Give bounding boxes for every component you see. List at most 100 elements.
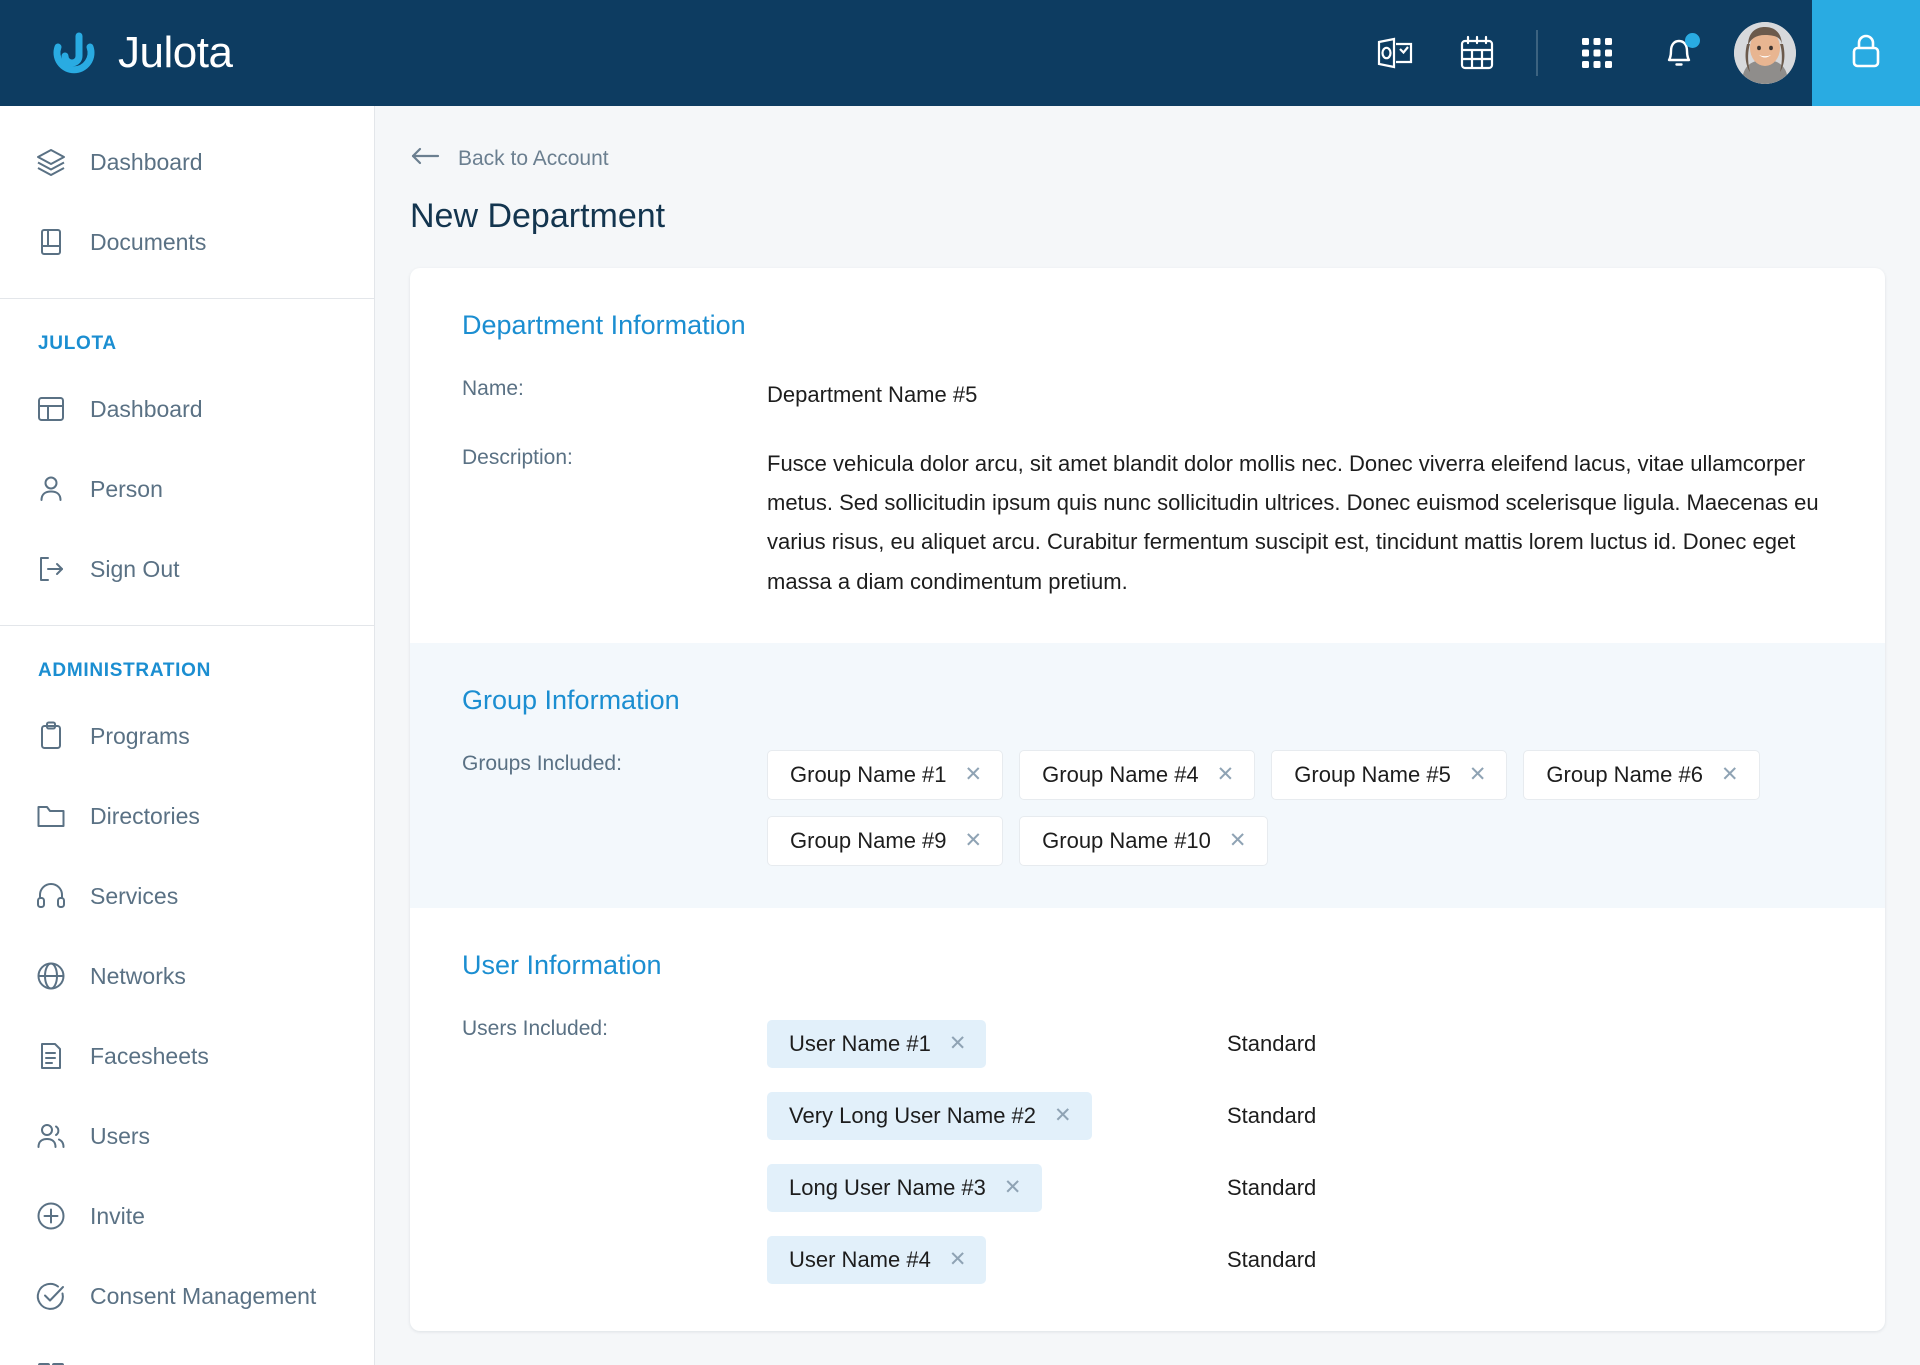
sidebar-item-networks[interactable]: Networks	[0, 936, 374, 1016]
remove-icon[interactable]: ✕	[1721, 764, 1739, 785]
remove-icon[interactable]: ✕	[965, 830, 983, 851]
sidebar-navigation: Dashboard Documents JULOTA Dashboard Per…	[0, 106, 375, 1365]
department-information-section: Department Information Name: Department …	[410, 268, 1885, 643]
group-chip[interactable]: Group Name #4 ✕	[1019, 749, 1256, 800]
sidebar-item-users[interactable]: Users	[0, 1096, 374, 1176]
sidebar-item-invite[interactable]: Invite	[0, 1176, 374, 1256]
sidebar-item-sign-out[interactable]: Sign Out	[0, 529, 374, 609]
sidebar-item-person[interactable]: Person	[0, 449, 374, 529]
user-chip-cell: User Name #1 ✕	[767, 1019, 1227, 1068]
lock-icon	[1848, 31, 1884, 76]
department-name-value: Department Name #5	[767, 382, 978, 407]
remove-icon[interactable]: ✕	[1054, 1105, 1072, 1126]
sidebar-item-julota-dashboard[interactable]: Dashboard	[0, 369, 374, 449]
group-chip-label: Group Name #9	[790, 827, 947, 853]
brand-name: Julota	[118, 28, 233, 77]
sidebar-item-label: Sign Out	[90, 555, 180, 582]
headset-icon	[34, 879, 68, 913]
group-chip[interactable]: Group Name #1 ✕	[767, 749, 1004, 800]
groups-included-label: Groups Included:	[462, 751, 622, 775]
user-role: Standard	[1227, 1030, 1317, 1056]
folder-icon	[34, 799, 68, 833]
user-row: User Name #1 ✕ Standard	[767, 1015, 1833, 1073]
sidebar-item-label: Services	[90, 882, 179, 909]
user-row: Long User Name #3 ✕ Standard	[767, 1159, 1833, 1217]
clipboard-icon	[34, 719, 68, 753]
sidebar-item-label: Networks	[90, 962, 186, 989]
sidebar-heading-administration: ADMINISTRATION	[38, 660, 212, 681]
remove-icon[interactable]: ✕	[1229, 830, 1247, 851]
sidebar-item-profile[interactable]: Profile	[0, 1336, 374, 1365]
sidebar-item-dashboard[interactable]: Dashboard	[0, 122, 374, 202]
sidebar-item-label: Invite	[90, 1202, 145, 1229]
document-lines-icon	[34, 1039, 68, 1073]
top-header-bar: Julota	[0, 0, 1920, 106]
section-title-user-information: User Information	[462, 949, 662, 980]
sidebar-item-services[interactable]: Services	[0, 856, 374, 936]
user-row: Very Long User Name #2 ✕ Standard	[767, 1087, 1833, 1145]
users-icon	[34, 1119, 68, 1153]
outlook-mail-icon[interactable]	[1364, 22, 1426, 84]
user-chip[interactable]: User Name #4 ✕	[767, 1235, 987, 1284]
layers-icon	[34, 145, 68, 179]
remove-icon[interactable]: ✕	[1469, 764, 1487, 785]
remove-icon[interactable]: ✕	[965, 764, 983, 785]
department-description-label: Description:	[462, 446, 573, 470]
user-chip[interactable]: Long User Name #3 ✕	[767, 1163, 1042, 1212]
user-chip[interactable]: Very Long User Name #2 ✕	[767, 1091, 1092, 1140]
user-role: Standard	[1227, 1102, 1317, 1128]
header-divider	[1536, 30, 1538, 76]
sidebar-item-label: Users	[90, 1122, 151, 1149]
user-chip-cell: Long User Name #3 ✕	[767, 1163, 1227, 1212]
sidebar-item-label: Dashboard	[90, 148, 203, 175]
group-chip[interactable]: Group Name #9 ✕	[767, 815, 1004, 866]
sidebar-item-label: Dashboard	[90, 395, 203, 422]
user-row: User Name #4 ✕ Standard	[767, 1231, 1833, 1289]
department-name-row: Name: Department Name #5	[462, 375, 1833, 414]
sidebar-item-consent-management[interactable]: Consent Management	[0, 1256, 374, 1336]
group-chip-label: Group Name #1	[790, 761, 947, 787]
calendar-icon[interactable]	[1446, 22, 1508, 84]
user-role: Standard	[1227, 1174, 1317, 1200]
group-chip-list: Group Name #1 ✕ Group Name #4 ✕ Group Na…	[767, 749, 1833, 866]
globe-icon	[34, 959, 68, 993]
sign-out-icon	[34, 552, 68, 586]
user-chip-label: User Name #4	[789, 1246, 931, 1272]
avatar[interactable]	[1734, 22, 1796, 84]
group-chip[interactable]: Group Name #5 ✕	[1271, 749, 1508, 800]
remove-icon[interactable]: ✕	[1004, 1177, 1022, 1198]
lock-button[interactable]	[1812, 0, 1920, 106]
remove-icon[interactable]: ✕	[1217, 764, 1235, 785]
group-chip-label: Group Name #6	[1546, 761, 1703, 787]
notifications-bell-icon[interactable]	[1648, 22, 1710, 84]
sidebar-item-label: Directories	[90, 802, 200, 829]
arrow-left-icon	[410, 146, 440, 171]
user-information-section: User Information Users Included: User Na…	[410, 908, 1885, 1331]
remove-icon[interactable]: ✕	[949, 1033, 967, 1054]
user-chip-list: User Name #1 ✕ Standard Very Long User N…	[767, 1015, 1833, 1289]
sidebar-item-programs[interactable]: Programs	[0, 696, 374, 776]
sidebar-item-directories[interactable]: Directories	[0, 776, 374, 856]
group-chip-label: Group Name #5	[1294, 761, 1451, 787]
julota-logo-icon	[48, 27, 100, 79]
sidebar-item-label: Documents	[90, 228, 207, 255]
sidebar-item-facesheets[interactable]: Facesheets	[0, 1016, 374, 1096]
group-chip[interactable]: Group Name #10 ✕	[1019, 815, 1268, 866]
group-chip-label: Group Name #4	[1042, 761, 1199, 787]
group-chip[interactable]: Group Name #6 ✕	[1523, 749, 1760, 800]
user-chip-cell: Very Long User Name #2 ✕	[767, 1091, 1227, 1140]
plus-circle-icon	[34, 1199, 68, 1233]
remove-icon[interactable]: ✕	[949, 1249, 967, 1270]
groups-included-row: Groups Included: Group Name #1 ✕ Group N…	[462, 749, 1833, 866]
brand-logo-group[interactable]: Julota	[0, 27, 233, 79]
sidebar-item-documents[interactable]: Documents	[0, 202, 374, 282]
back-to-account-link[interactable]: Back to Account	[375, 106, 1920, 171]
header-actions	[1354, 0, 1920, 106]
sidebar-group-julota: JULOTA Dashboard Person Sign Out	[0, 298, 374, 625]
apps-grid-icon[interactable]	[1566, 22, 1628, 84]
user-chip-label: User Name #1	[789, 1030, 931, 1056]
sidebar-heading-julota: JULOTA	[38, 333, 117, 354]
section-title-department-information: Department Information	[462, 310, 746, 340]
check-circle-icon	[34, 1279, 68, 1313]
user-chip[interactable]: User Name #1 ✕	[767, 1019, 987, 1068]
